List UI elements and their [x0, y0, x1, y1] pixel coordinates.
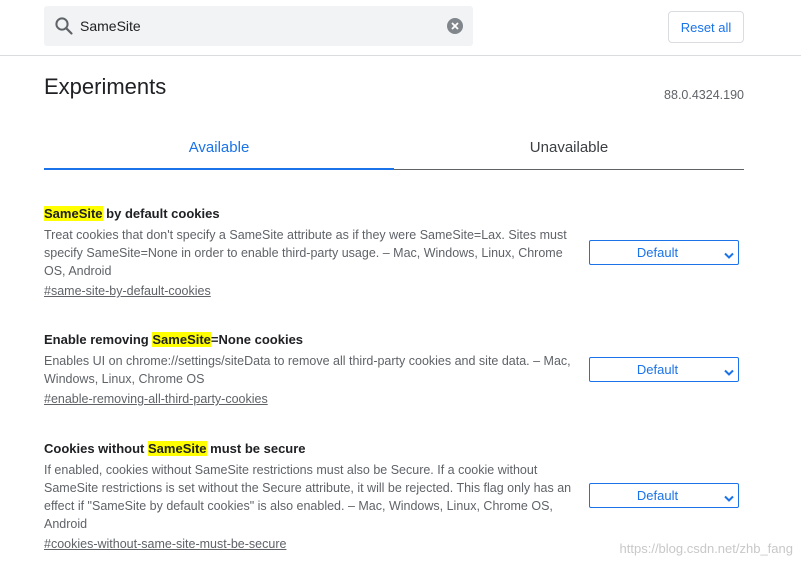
reset-all-button[interactable]: Reset all: [668, 11, 744, 43]
search-highlight: SameSite: [44, 206, 103, 221]
experiment-description: Enables UI on chrome://settings/siteData…: [44, 354, 571, 386]
chevron-down-icon: [724, 248, 734, 259]
search-box[interactable]: [44, 6, 473, 46]
experiment-select[interactable]: Default: [589, 483, 739, 508]
page-title: Experiments: [44, 74, 167, 99]
version-label: 88.0.4324.190: [664, 88, 744, 102]
clear-icon[interactable]: [446, 17, 464, 35]
tab-unavailable[interactable]: Unavailable: [394, 124, 744, 170]
experiment-description: Treat cookies that don't specify a SameS…: [44, 228, 567, 278]
experiment-select[interactable]: Default: [589, 240, 739, 265]
chevron-down-icon: [724, 365, 734, 376]
search-icon: [54, 16, 74, 36]
experiment-link[interactable]: #cookies-without-same-site-must-be-secur…: [44, 536, 286, 553]
experiment-title: SameSite by default cookies: [44, 206, 220, 221]
chevron-down-icon: [724, 491, 734, 502]
experiment-link[interactable]: #same-site-by-default-cookies: [44, 283, 211, 300]
experiment-description: If enabled, cookies without SameSite res…: [44, 463, 572, 531]
select-value: Default: [636, 245, 679, 260]
search-highlight: SameSite: [152, 332, 211, 347]
watermark: https://blog.csdn.net/zhb_fang: [619, 541, 793, 556]
experiment-title: Cookies without SameSite must be secure: [44, 441, 306, 456]
experiment-item: Enable removing SameSite=None cookies En…: [44, 331, 744, 408]
search-highlight: SameSite: [148, 441, 207, 456]
tab-bar: Available Unavailable: [44, 124, 744, 170]
active-tab-indicator: [44, 168, 394, 170]
experiment-link[interactable]: #enable-removing-all-third-party-cookies: [44, 391, 268, 408]
select-value: Default: [636, 362, 679, 377]
select-value: Default: [636, 488, 679, 503]
experiment-select[interactable]: Default: [589, 357, 739, 382]
experiment-item: Cookies without SameSite must be secure …: [44, 440, 744, 553]
experiment-item: SameSite by default cookies Treat cookie…: [44, 205, 744, 300]
search-input[interactable]: [80, 14, 440, 38]
top-bar: Reset all: [0, 0, 801, 56]
tab-available[interactable]: Available: [44, 124, 394, 170]
experiment-title: Enable removing SameSite=None cookies: [44, 332, 304, 347]
